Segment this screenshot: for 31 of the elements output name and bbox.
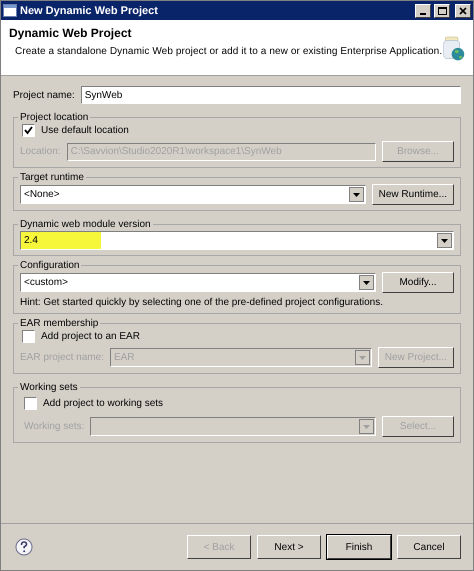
checkbox[interactable]	[24, 397, 37, 410]
page-description: Create a standalone Dynamic Web project or add it to a new or existing Enterprise Application.	[14, 46, 442, 57]
hint-text: Hint: Get started quickly by selecting one of the pre-defined project configurations.	[20, 297, 384, 308]
group-title: Target runtime	[19, 172, 85, 183]
minimize-icon[interactable]	[415, 4, 431, 18]
checkbox-label[interactable]: Use default location	[41, 125, 129, 136]
push-button[interactable]: Finish	[327, 535, 391, 559]
push-button[interactable]: Modify...	[382, 272, 454, 293]
window-title: New Dynamic Web Project	[20, 4, 159, 16]
group-title: Dynamic web module version	[19, 219, 152, 230]
push-button[interactable]: Next >	[257, 535, 321, 559]
dropdown-field[interactable]: <custom>	[20, 273, 376, 292]
group-title: Project location	[19, 112, 90, 123]
window-icon	[3, 4, 17, 17]
checkbox-label[interactable]: Add project to working sets	[43, 398, 164, 409]
push-button[interactable]: New Runtime...	[372, 184, 454, 205]
project-name-field[interactable]: SynWeb	[80, 86, 461, 104]
checkbox[interactable]	[22, 330, 35, 343]
help-icon[interactable]	[15, 538, 33, 556]
group-title: Configuration	[19, 260, 80, 271]
checkbox[interactable]	[22, 124, 35, 137]
maximize-icon[interactable]	[434, 4, 450, 18]
dropdown-field[interactable]: 2.4	[20, 231, 454, 250]
group-title: EAR membership	[19, 318, 100, 329]
push-button[interactable]: Cancel	[397, 535, 461, 559]
field-label: Project name:	[13, 90, 75, 100]
dropdown-field[interactable]: <None>	[20, 185, 366, 204]
group-title: Working sets	[19, 382, 79, 393]
page-title: Dynamic Web Project	[9, 26, 132, 40]
checkbox-label[interactable]: Add project to an EAR	[41, 331, 140, 342]
close-icon[interactable]	[455, 4, 471, 18]
